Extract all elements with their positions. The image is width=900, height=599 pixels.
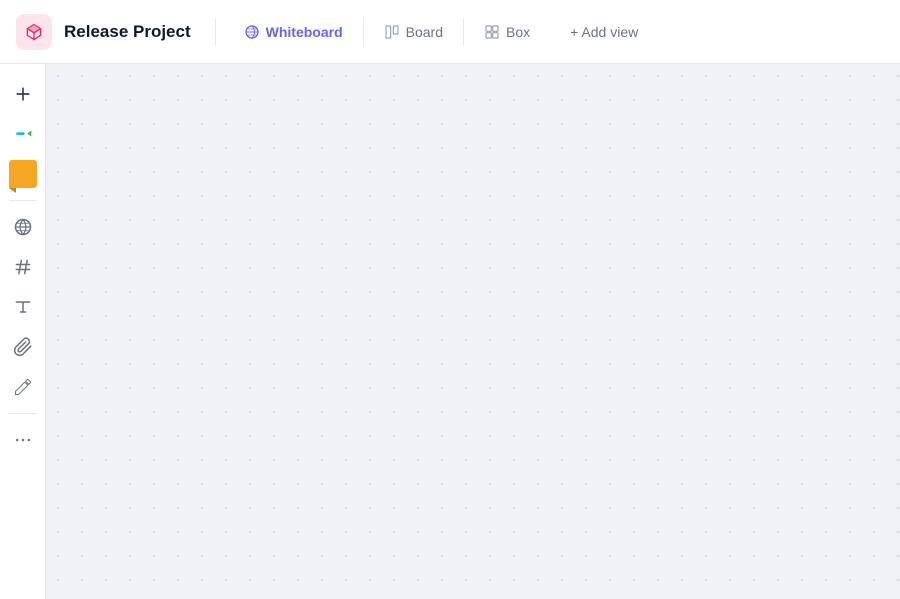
sidebar-item-more[interactable]	[5, 422, 41, 458]
whiteboard-icon	[244, 24, 260, 40]
header-divider-2	[363, 18, 364, 46]
tab-whiteboard[interactable]: Whiteboard	[232, 18, 355, 46]
pen-icon	[13, 124, 33, 144]
box-icon	[484, 24, 500, 40]
board-icon	[384, 24, 400, 40]
sidebar-item-text[interactable]	[5, 289, 41, 325]
sidebar-item-draw[interactable]	[5, 369, 41, 405]
nav-tabs: Whiteboard Board	[232, 18, 542, 46]
sidebar-item-pen[interactable]	[5, 116, 41, 152]
header-divider-3	[463, 18, 464, 46]
tab-box[interactable]: Box	[472, 18, 542, 46]
tab-board-label: Board	[406, 24, 443, 40]
project-logo	[16, 14, 52, 50]
header: Release Project Whiteboard	[0, 0, 900, 64]
attach-icon	[13, 337, 33, 357]
draw-icon	[13, 377, 33, 397]
tab-whiteboard-label: Whiteboard	[266, 24, 343, 40]
project-logo-icon	[24, 22, 44, 42]
tab-board[interactable]: Board	[372, 18, 455, 46]
plus-icon	[13, 84, 33, 104]
project-title: Release Project	[64, 22, 191, 42]
globe-icon	[13, 217, 33, 237]
add-view-label: + Add view	[570, 24, 638, 40]
sidebar	[0, 64, 46, 599]
sidebar-item-sticky[interactable]	[5, 156, 41, 192]
header-divider	[215, 18, 216, 46]
sidebar-item-add[interactable]	[5, 76, 41, 112]
main-layout	[0, 64, 900, 599]
add-view-button[interactable]: + Add view	[558, 18, 650, 46]
whiteboard-canvas[interactable]	[46, 64, 900, 599]
sidebar-item-globe[interactable]	[5, 209, 41, 245]
sidebar-divider-2	[9, 413, 37, 414]
text-icon	[13, 297, 33, 317]
sidebar-item-hashtag[interactable]	[5, 249, 41, 285]
sidebar-item-attach[interactable]	[5, 329, 41, 365]
more-icon	[13, 430, 33, 450]
tab-box-label: Box	[506, 24, 530, 40]
hashtag-icon	[13, 257, 33, 277]
sidebar-divider-1	[9, 200, 37, 201]
